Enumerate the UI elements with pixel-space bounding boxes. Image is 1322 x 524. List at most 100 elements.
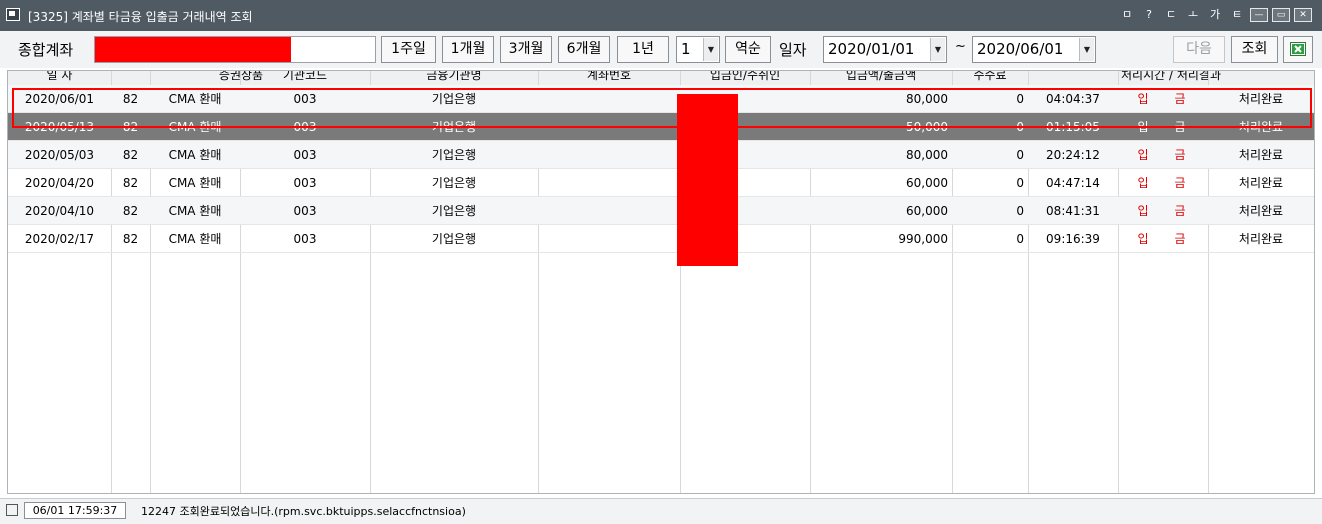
title-bar-icons: ㅁ ? ㄷ ㅗ 가 ㅌ — ▭ ✕ [1118, 6, 1312, 24]
account-redaction [95, 37, 291, 62]
header-inst-name[interactable]: 금융기관명 [370, 71, 538, 85]
cell-code: 82 [122, 232, 139, 246]
cell-type-2: 금 [1174, 176, 1186, 190]
cell-code: 82 [122, 148, 139, 162]
chevron-down-icon[interactable]: ▼ [1079, 38, 1094, 61]
cell-type-2: 금 [1174, 232, 1186, 246]
header-inst-code[interactable]: 기관코드 [240, 71, 370, 85]
cell-type-1: 입 [1137, 176, 1149, 190]
highlight-box [12, 88, 1312, 128]
date-range-separator: ~ [955, 39, 966, 54]
period-1month-button[interactable]: 1개월 [442, 36, 494, 63]
cell-product: CMA 환매 [168, 148, 222, 162]
query-toolbar: 종합계좌 1주일 1개월 3개월 6개월 1년 1 ▼ 역순 일자 2020/0… [0, 31, 1322, 68]
cell-date: 2020/04/10 [24, 204, 95, 218]
search-button[interactable]: 조회 [1231, 36, 1278, 63]
cell-type-1: 입 [1137, 148, 1149, 162]
maximize-button[interactable]: ▭ [1272, 8, 1290, 22]
cell-code: 82 [122, 204, 139, 218]
font-size-icon[interactable]: 가 [1206, 6, 1224, 24]
status-time: 06/01 17:59:37 [24, 502, 126, 519]
period-6month-button[interactable]: 6개월 [558, 36, 610, 63]
header-counterparty[interactable]: 입금인/수취인 [680, 71, 810, 85]
menu-icon[interactable]: ㅌ [1228, 6, 1246, 24]
cell-inst-name: 기업은행 [431, 232, 477, 246]
cell-account [538, 141, 680, 169]
cell-time: 08:41:31 [1046, 204, 1100, 218]
cell-inst-name: 기업은행 [431, 176, 477, 190]
cell-type-2: 금 [1174, 148, 1186, 162]
table-row[interactable]: 2020/04/20 82 CMA 환매 003 기업은행 60,000 0 04:47:14… [8, 169, 1314, 197]
header-date[interactable]: 일 자 [8, 71, 111, 85]
chevron-down-icon[interactable]: ▼ [930, 38, 945, 61]
window-title: [3325] 계좌별 타금융 입출금 거래내역 조회 [28, 10, 253, 24]
header-account[interactable]: 계좌번호 [538, 71, 680, 85]
period-3month-button[interactable]: 3개월 [500, 36, 552, 63]
date-to-select[interactable]: 2020/06/01 ▼ [972, 36, 1096, 63]
cell-product: CMA 환매 [168, 204, 222, 218]
window-icon [6, 8, 20, 21]
date-to-value: 2020/06/01 [977, 40, 1064, 58]
cell-date: 2020/05/03 [24, 148, 95, 162]
cell-time: 20:24:12 [1046, 148, 1100, 162]
cell-inst-code: 003 [293, 176, 317, 190]
date-label: 일자 [779, 41, 807, 59]
cell-date: 2020/02/17 [24, 232, 95, 246]
cell-inst-name: 기업은행 [431, 148, 477, 162]
cell-account [538, 225, 680, 253]
excel-icon [1290, 42, 1306, 56]
help-icon[interactable]: ? [1140, 6, 1158, 24]
account-input[interactable] [94, 36, 376, 63]
transaction-grid: 일 자 증권상품 기관코드 금융기관명 계좌번호 입금인/수취인 입금액/출금액… [7, 70, 1315, 494]
cell-amount: 80,000 [906, 148, 948, 162]
cell-result: 처리완료 [1238, 176, 1284, 190]
reverse-order-toggle[interactable]: 역순 [725, 36, 771, 63]
title-bar: [3325] 계좌별 타금융 입출금 거래내역 조회 ㅁ ? ㄷ ㅗ 가 ㅌ —… [0, 0, 1322, 31]
status-message: 12247 조회완료되었습니다.(rpm.svc.bktuipps.selacc… [141, 505, 466, 518]
chevron-down-icon[interactable]: ▼ [703, 38, 718, 61]
minimize-button[interactable]: — [1250, 8, 1268, 22]
header-amount[interactable]: 입금액/출금액 [810, 71, 952, 85]
cell-amount: 990,000 [898, 232, 948, 246]
print-icon[interactable]: ㅗ [1184, 6, 1202, 24]
cell-fee: 0 [1016, 148, 1024, 162]
cell-inst-name: 기업은행 [431, 204, 477, 218]
cell-result: 처리완료 [1238, 232, 1284, 246]
cell-result: 처리완료 [1238, 204, 1284, 218]
count-value: 1 [681, 40, 691, 58]
status-icon[interactable] [6, 504, 18, 516]
header-process[interactable]: 처리시간 / 처리결과 [1028, 71, 1314, 85]
cell-type-1: 입 [1137, 204, 1149, 218]
table-row[interactable]: 2020/04/10 82 CMA 환매 003 기업은행 60,000 0 08:41:31… [8, 197, 1314, 225]
cell-fee: 0 [1016, 232, 1024, 246]
period-1year-button[interactable]: 1년 [617, 36, 669, 63]
cell-account [538, 197, 680, 225]
cell-result: 처리완료 [1238, 148, 1284, 162]
date-from-select[interactable]: 2020/01/01 ▼ [823, 36, 947, 63]
cell-amount: 60,000 [906, 176, 948, 190]
link-icon[interactable]: ㄷ [1162, 6, 1180, 24]
cell-fee: 0 [1016, 176, 1024, 190]
count-select[interactable]: 1 ▼ [676, 36, 720, 63]
cell-inst-code: 003 [293, 204, 317, 218]
cell-type-2: 금 [1174, 204, 1186, 218]
period-1week-button[interactable]: 1주일 [381, 36, 436, 63]
pin-icon[interactable]: ㅁ [1118, 6, 1136, 24]
cell-product: CMA 환매 [168, 176, 222, 190]
cell-account [538, 169, 680, 197]
cell-type-1: 입 [1137, 232, 1149, 246]
cell-date: 2020/04/20 [24, 176, 95, 190]
cell-inst-code: 003 [293, 232, 317, 246]
excel-export-button[interactable] [1283, 36, 1313, 63]
date-from-value: 2020/01/01 [828, 40, 915, 58]
cell-time: 04:47:14 [1046, 176, 1100, 190]
cell-product: CMA 환매 [168, 232, 222, 246]
close-button[interactable]: ✕ [1294, 8, 1312, 22]
cell-time: 09:16:39 [1046, 232, 1100, 246]
account-label: 종합계좌 [18, 41, 74, 59]
next-button[interactable]: 다음 [1173, 36, 1225, 63]
cell-inst-code: 003 [293, 148, 317, 162]
header-fee[interactable]: 수수료 [952, 71, 1028, 85]
table-row[interactable]: 2020/05/03 82 CMA 환매 003 기업은행 80,000 0 20:24:12… [8, 141, 1314, 169]
table-row[interactable]: 2020/02/17 82 CMA 환매 003 기업은행 990,000 0 09:16:3… [8, 225, 1314, 253]
